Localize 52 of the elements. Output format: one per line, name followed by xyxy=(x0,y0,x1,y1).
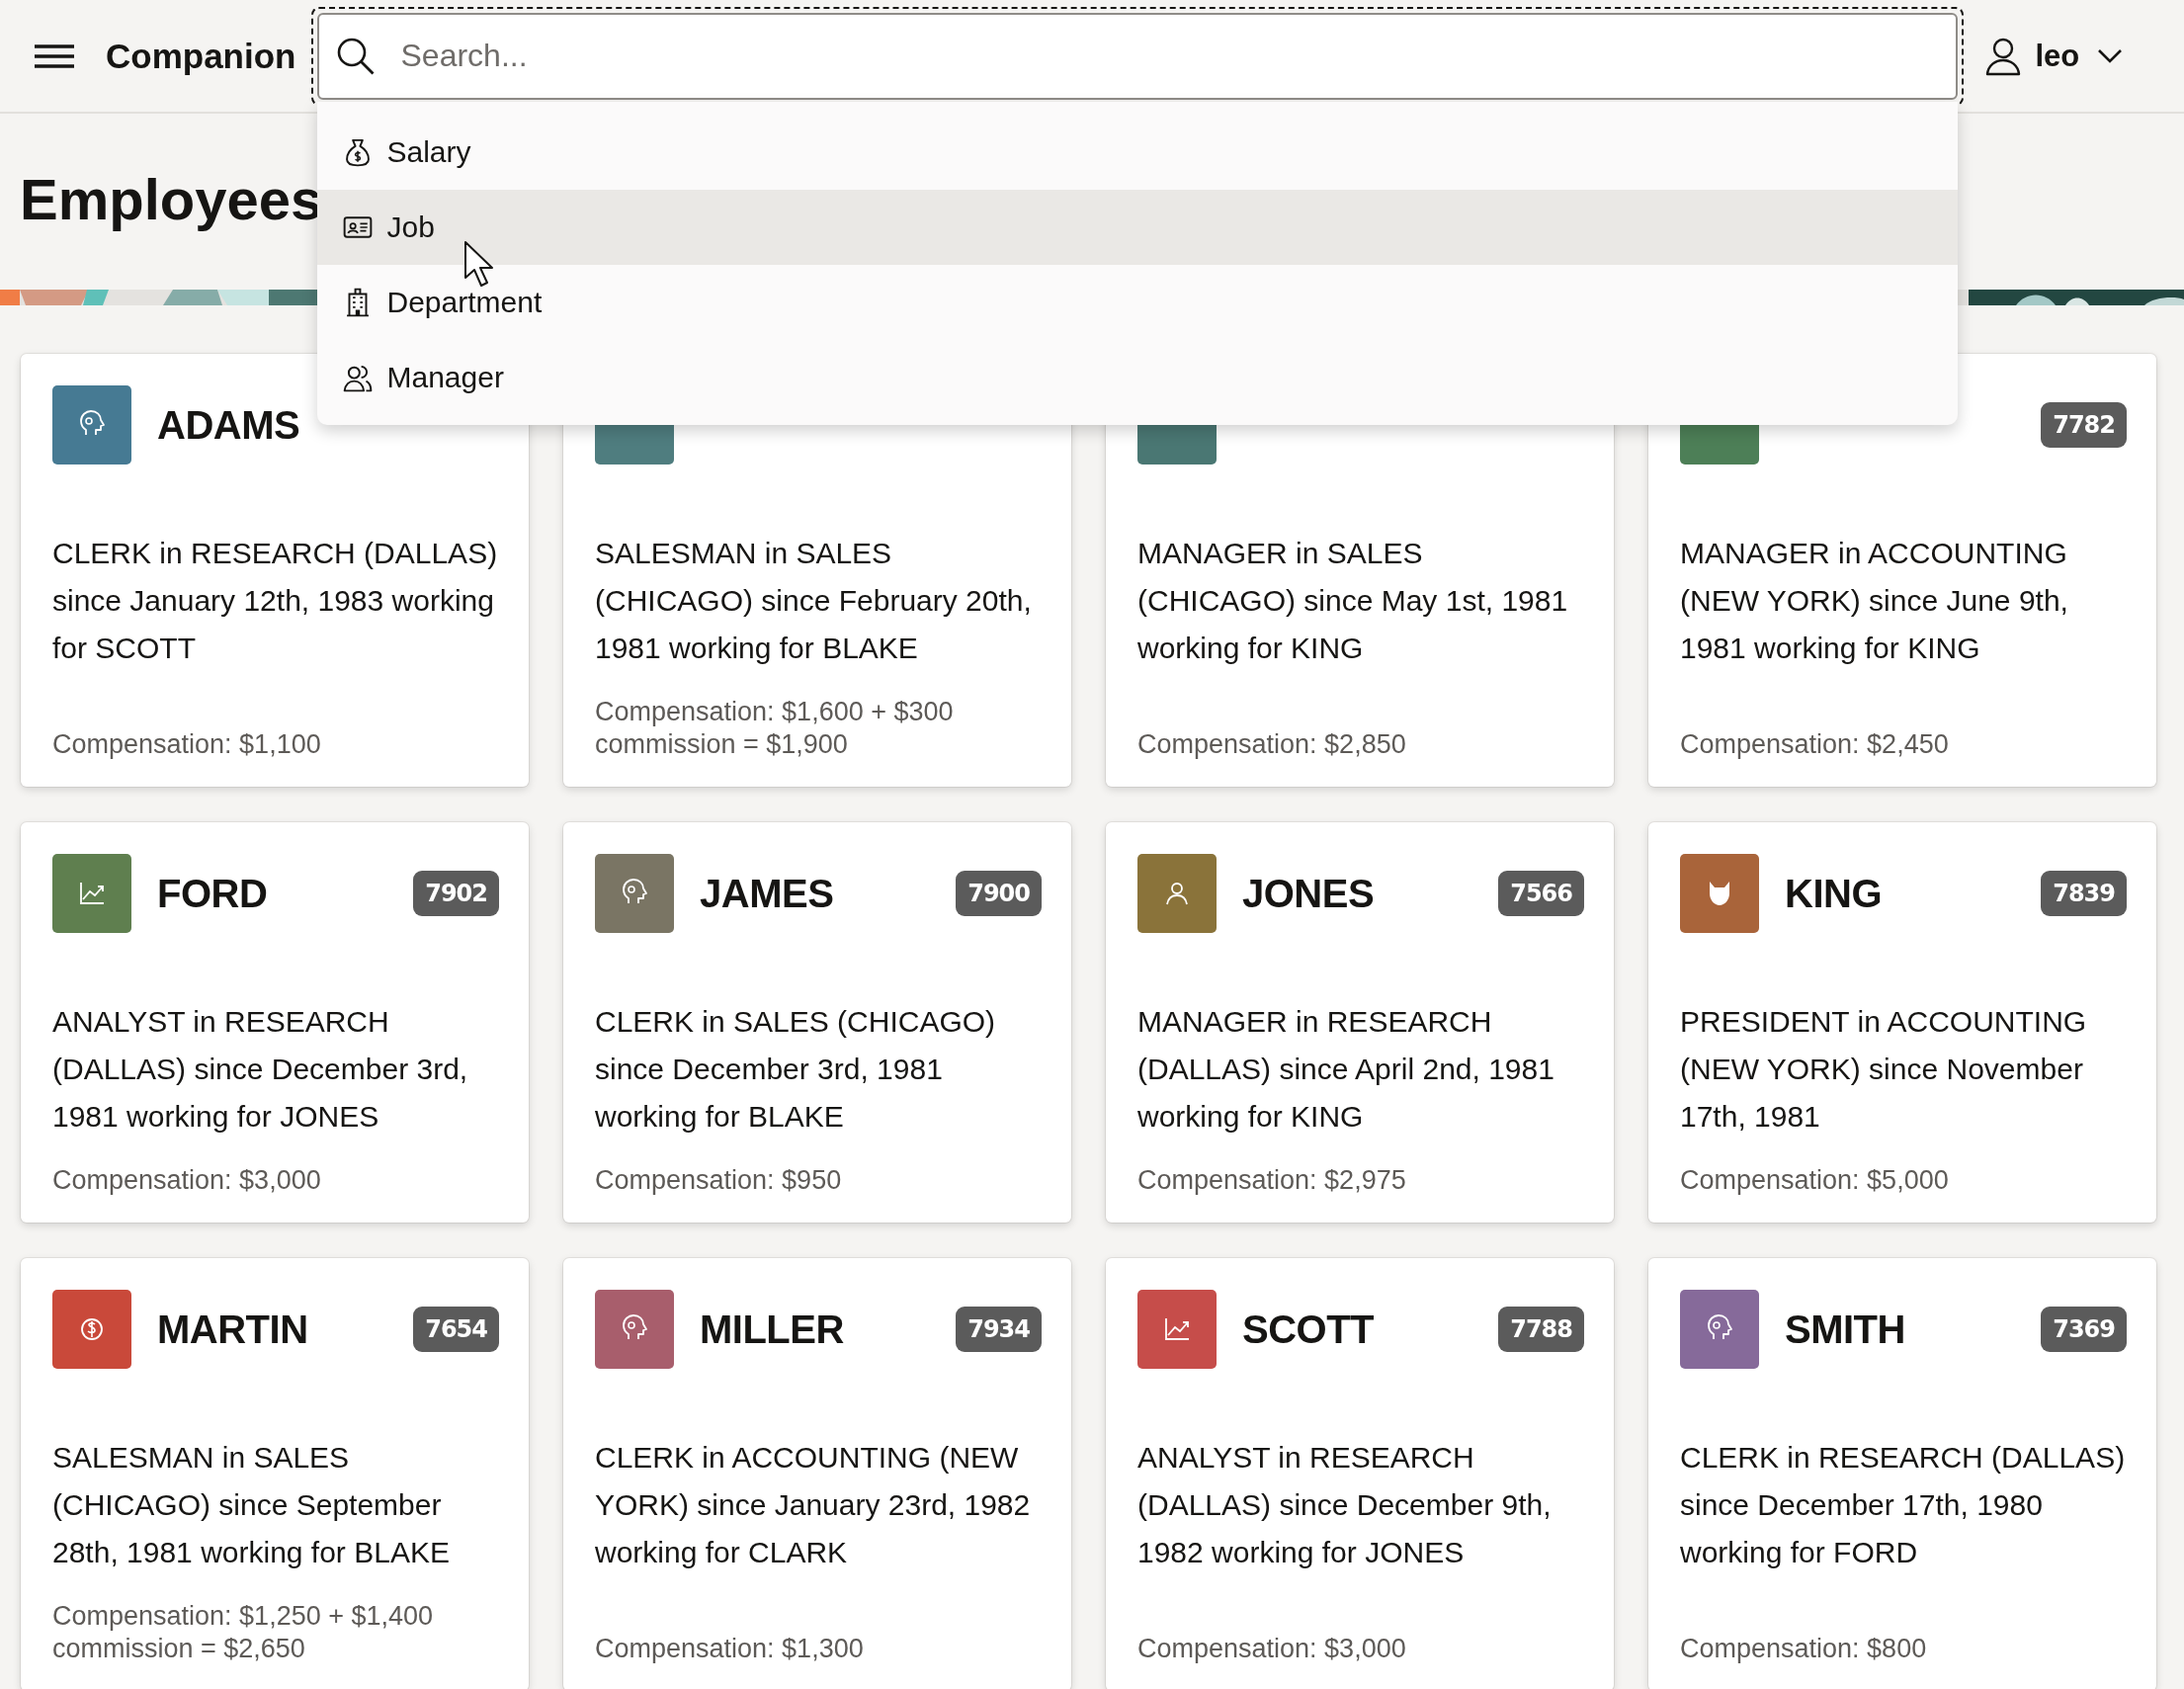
job-description: CLERK in RESEARCH (DALLAS) since December 17th, 1980 working for FORD xyxy=(1680,1440,2127,1570)
compensation-text: Compensation: $2,450 xyxy=(1680,728,1950,761)
job-description: MANAGER in RESEARCH (DALLAS) since April 2nd, 1981 working for KING xyxy=(1137,1004,1555,1135)
employee-number: 7654 xyxy=(413,1307,499,1352)
compensation-text: Compensation: $950 xyxy=(595,1164,843,1197)
employee-name: SMITH xyxy=(1785,1307,1906,1352)
job-description: CLERK in SALES (CHICAGO) since December 3rd, 1981 working for BLAKE xyxy=(595,1004,997,1135)
job-description: PRESIDENT in ACCOUNTING (NEW YORK) since November 17th, 1981 xyxy=(1680,1004,2088,1135)
employee-name: ADAMS xyxy=(157,402,301,448)
compensation-text: Compensation: $2,850 xyxy=(1137,728,1407,761)
mouse-cursor-icon xyxy=(463,239,494,288)
search-field[interactable]: Search... xyxy=(317,12,1959,100)
job-description: SALESMAN in SALES (CHICAGO) since September 28th, 1981 working for BLAKE xyxy=(52,1440,451,1570)
compensation-text: Compensation: $3,000 xyxy=(52,1164,322,1197)
compensation-text: Compensation: $3,000 xyxy=(1137,1633,1407,1665)
employee-name: JAMES xyxy=(700,871,835,916)
employee-name: MARTIN xyxy=(157,1307,309,1352)
compensation-text: Compensation: $5,000 xyxy=(1680,1164,1950,1197)
employee-number: 7788 xyxy=(1498,1307,1584,1352)
job-description: MANAGER in SALES (CHICAGO) since May 1st, 1981 working for KING xyxy=(1137,536,1569,666)
employee-name: SCOTT xyxy=(1242,1307,1376,1352)
employee-number: 7934 xyxy=(956,1307,1042,1352)
compensation-text: Compensation: $1,100 xyxy=(52,728,322,761)
job-description: ANALYST in RESEARCH (DALLAS) since December 9th, 1982 working for JONES xyxy=(1137,1440,1553,1570)
job-description: ANALYST in RESEARCH (DALLAS) since December 3rd, 1981 working for JONES xyxy=(52,1004,469,1135)
employee-name: KING xyxy=(1785,871,1883,916)
employee-number: 7900 xyxy=(956,871,1042,916)
menu-item[interactable]: Department xyxy=(317,264,1959,340)
job-description: CLERK in RESEARCH (DALLAS) since January 12th, 1983 working for SCOTT xyxy=(52,536,499,666)
compensation-text: Compensation: $1,300 xyxy=(595,1633,865,1665)
menu-item[interactable]: Job xyxy=(317,189,1959,265)
compensation-text: Compensation: $2,975 xyxy=(1137,1164,1407,1197)
compensation-text: Compensation: $1,600 + $300 commission = $1,900 xyxy=(595,696,955,761)
compensation-text: Compensation: $800 xyxy=(1680,1633,1928,1665)
app-title: Companion xyxy=(106,36,296,76)
employee-number: 7566 xyxy=(1498,871,1584,916)
employee-number: 7782 xyxy=(2041,402,2127,448)
chevron-down-icon[interactable] xyxy=(2097,47,2124,64)
compensation-text: Compensation: $1,250 + $1,400 commission = $2,650 xyxy=(52,1600,435,1665)
job-description: SALESMAN in SALES (CHICAGO) since February 20th, 1981 working for BLAKE xyxy=(595,536,1033,666)
job-description: MANAGER in ACCOUNTING (NEW YORK) since June 9th, 1981 working for KING xyxy=(1680,536,2069,666)
employee-number: 7839 xyxy=(2041,871,2127,916)
employee-name: FORD xyxy=(157,871,269,916)
user-name[interactable]: leo xyxy=(2035,38,2080,74)
employee-name: MILLER xyxy=(700,1307,845,1352)
user-icon[interactable] xyxy=(1985,36,2022,76)
menu-icon[interactable] xyxy=(35,43,74,68)
employee-name: JONES xyxy=(1242,871,1376,916)
menu-item[interactable]: Manager xyxy=(317,339,1959,415)
employee-number: 7369 xyxy=(2041,1307,2127,1352)
job-description: CLERK in ACCOUNTING (NEW YORK) since January 23rd, 1982 working for CLARK xyxy=(595,1440,1032,1570)
employee-number: 7902 xyxy=(413,871,499,916)
